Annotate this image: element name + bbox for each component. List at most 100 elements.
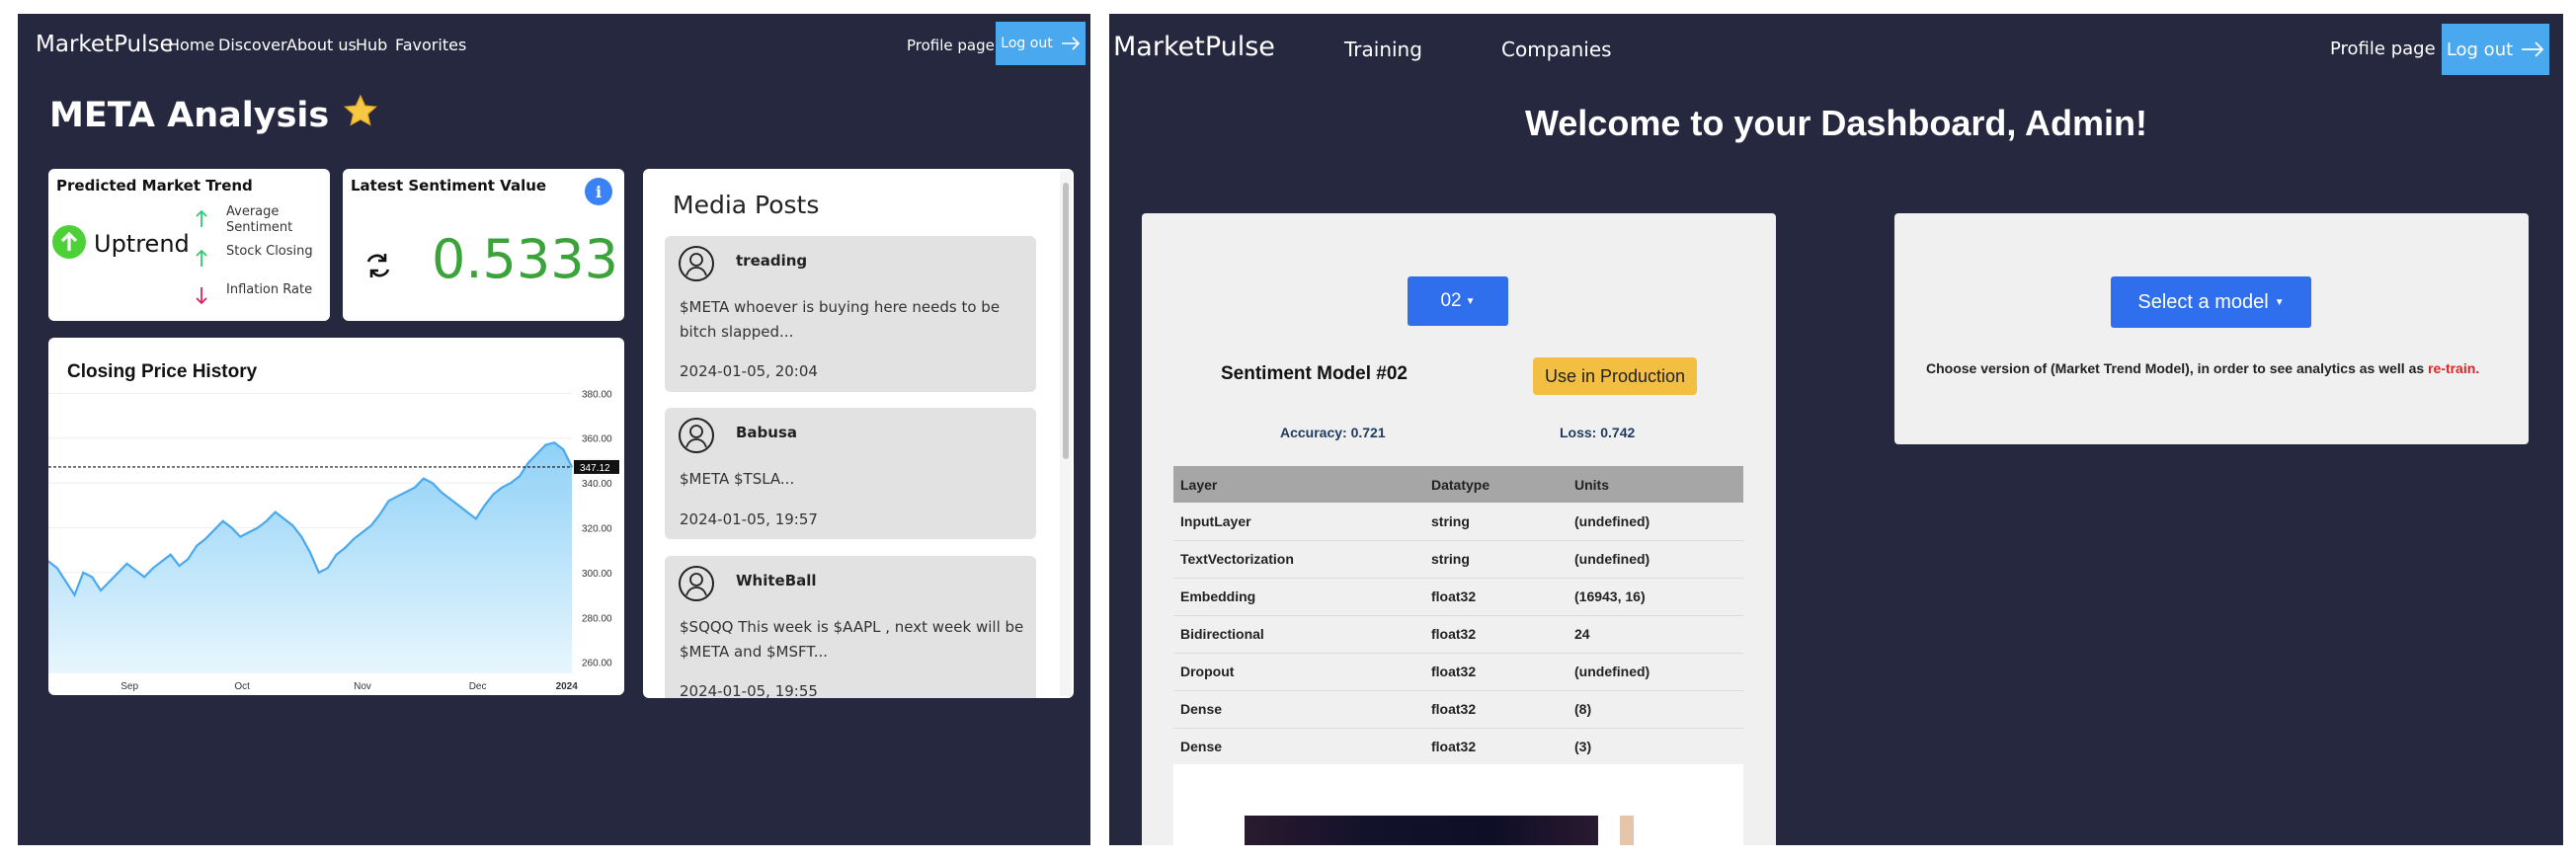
nav-link-home[interactable]: Home [168,36,214,54]
column-header: Layer [1173,466,1424,503]
scrollbar[interactable] [1060,171,1072,696]
x-tick-label: Dec [469,681,487,692]
data-point [300,536,302,538]
use-in-production-button[interactable]: Use in Production [1533,357,1697,395]
y-tick-label: 280.00 [582,613,612,624]
data-point [353,538,355,540]
cell: Dense [1173,728,1424,766]
market-trend-model-card: Select a model ▼ Choose version of (Mark… [1894,213,2529,444]
data-point [396,496,398,498]
table-header-row: Layer Datatype Units [1173,466,1743,503]
avatar-icon [679,566,714,601]
cell: (8) [1568,690,1743,729]
area-fill [48,442,572,673]
price-chart-card: Closing Price History 260.00 280.00 300.00… [48,338,624,695]
version-label: 02 [1440,290,1462,311]
nav-link-discover[interactable]: Discover [218,36,287,54]
data-point [170,554,172,556]
media-post[interactable]: Babusa $META $TSLA... 2024-01-05, 19:57 [665,408,1036,539]
nav-link-favorites[interactable]: Favorites [395,36,466,54]
brand-logo[interactable]: MarketPulse [36,32,174,57]
accuracy-label: Accuracy: 0.721 [1280,425,1386,440]
cell: float32 [1424,578,1568,616]
select-model-dropdown[interactable]: Select a model ▼ [2111,276,2311,328]
last-price-label: 347.12 [580,463,610,474]
media-post[interactable]: treading $META whoever is buying here ne… [665,236,1036,392]
data-point [118,572,120,574]
post-text: $SQQQ This week is $AAPL , next week wil… [680,618,1024,661]
scrollbar-thumb[interactable] [1063,183,1069,459]
table-row: TextVectorization string (undefined) [1173,540,1743,579]
data-point [562,448,564,450]
retrain-link[interactable]: re-train. [2428,360,2479,376]
post-author: Babusa [736,424,798,441]
profile-link[interactable]: Profile page [2330,39,2436,59]
version-dropdown[interactable]: 02 ▼ [1408,276,1508,326]
nav-link-companies[interactable]: Companies [1501,38,1612,61]
data-point [432,482,434,484]
choose-version-label: Choose version of (Market Trend Model), … [1926,360,2429,376]
cell: float32 [1424,690,1568,729]
logout-button[interactable]: Log out [2442,24,2549,75]
data-point [73,594,76,596]
page-title: META Analysis [49,93,380,135]
welcome-heading: Welcome to your Dashboard, Admin! [1524,103,2148,143]
data-point [134,570,136,572]
avatar-icon [679,246,714,281]
model-title: Sentiment Model #02 [1221,363,1408,384]
data-point [266,520,268,522]
sentiment-value: 0.5333 [432,228,618,290]
table-row: InputLayer string (undefined) [1173,503,1743,541]
data-point [405,491,407,493]
page-title-text: META Analysis [49,96,330,135]
cell: string [1424,503,1568,541]
data-point [527,462,529,464]
cell: (undefined) [1568,653,1743,691]
cell: (3) [1568,728,1743,766]
indicator-label: Average Sentiment [226,204,293,235]
media-post[interactable]: WhiteBall $SQQQ This week is $AAPL , nex… [665,556,1036,698]
profile-link[interactable]: Profile page [907,37,995,54]
data-point [109,581,111,583]
cell: Bidirectional [1173,615,1424,654]
arrow-down-icon [196,287,207,305]
x-tick-label: Nov [354,681,371,692]
caret-down-icon: ▼ [2274,296,2285,308]
brand-logo[interactable]: MarketPulse [1113,32,1275,62]
cell: (undefined) [1568,540,1743,579]
data-point [91,576,93,578]
data-point [510,482,512,484]
x-tick-label: Sep [121,681,138,692]
data-point [327,567,329,569]
data-point [387,500,390,502]
data-point [484,505,486,507]
info-icon[interactable]: i [585,178,612,205]
data-point [423,478,425,480]
media-posts-card: Media Posts treading $META whoever is bu… [643,169,1074,698]
nav-link-training[interactable]: Training [1344,38,1422,61]
data-point [571,466,573,468]
post-date: 2024-01-05, 20:04 [680,362,818,380]
cell: float32 [1424,728,1568,766]
data-point [291,524,293,526]
column-header: Datatype [1424,466,1568,503]
data-point [440,491,443,493]
y-tick-label: 260.00 [582,659,612,669]
left-screenshot: MarketPulse Home Discover About us Hub F… [18,14,1090,845]
post-author: WhiteBall [736,572,817,589]
nav-link-about[interactable]: About us [286,36,357,54]
table-row: Bidirectional float32 24 [1173,615,1743,654]
table-row: Dropout float32 (undefined) [1173,653,1743,691]
data-point [204,538,206,540]
cell: Embedding [1173,578,1424,616]
arrow-up-icon [196,209,207,227]
uptrend-icon [52,225,86,259]
data-point [82,572,84,574]
cell: InputLayer [1173,503,1424,541]
logout-label: Log out [1001,36,1053,51]
nav-link-hub[interactable]: Hub [356,36,387,54]
table-row: Dense float32 (8) [1173,690,1743,729]
cell: (16943, 16) [1568,578,1743,616]
star-icon [344,94,378,126]
logout-button[interactable]: Log out [996,22,1086,65]
